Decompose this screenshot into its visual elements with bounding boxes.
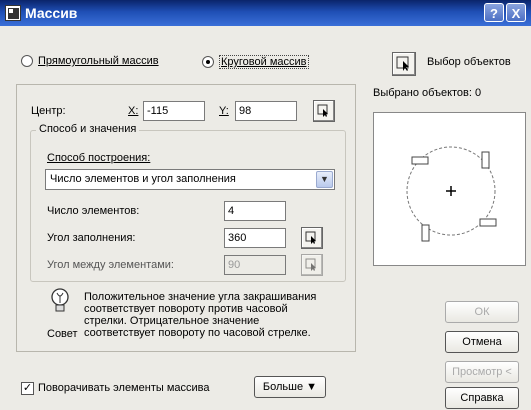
select-objects-button[interactable] bbox=[392, 52, 416, 76]
center-y-label: Y: bbox=[219, 105, 229, 117]
polar-array-radio[interactable]: Круговой массив bbox=[202, 55, 309, 69]
pick-fill-angle-button[interactable] bbox=[301, 227, 323, 249]
title-bar[interactable]: Массив ? X bbox=[0, 0, 531, 26]
between-angle-label: Угол между элементами: bbox=[47, 259, 174, 271]
array-preview-drawing bbox=[406, 146, 497, 242]
help-title-button[interactable]: ? bbox=[484, 3, 504, 22]
rect-array-radio-dot[interactable] bbox=[21, 55, 33, 67]
array-dialog: Массив ? X Прямоугольный массив Круговой… bbox=[0, 0, 531, 410]
count-input[interactable]: 4 bbox=[224, 201, 286, 221]
tip-text-line: соответствует повороту против часовой bbox=[84, 303, 288, 315]
center-x-input[interactable]: -115 bbox=[143, 101, 205, 121]
pick-angle-disabled-icon bbox=[305, 258, 316, 271]
method-label-text: Способ построения: bbox=[47, 152, 151, 164]
method-label: Способ построения: bbox=[47, 152, 150, 164]
fill-angle-input[interactable]: 360 bbox=[224, 228, 286, 248]
cancel-button[interactable]: Отмена bbox=[445, 331, 519, 353]
pick-angle-icon bbox=[305, 231, 316, 244]
tip-text: Положительное значение угла закрашивания… bbox=[84, 291, 316, 339]
lightbulb-icon bbox=[51, 288, 69, 312]
chevron-down-icon[interactable]: ▼ bbox=[316, 171, 333, 188]
selected-count-text: Выбрано объектов: 0 bbox=[373, 87, 482, 99]
between-angle-input: 90 bbox=[224, 255, 286, 275]
window-title: Массив bbox=[25, 5, 78, 21]
rect-array-label: Прямоугольный массив bbox=[38, 55, 159, 67]
polar-array-label: Круговой массив bbox=[219, 55, 309, 69]
method-select[interactable]: Число элементов и угол заполнения ▼ bbox=[45, 169, 335, 190]
pick-center-button[interactable] bbox=[313, 100, 335, 122]
select-objects-icon bbox=[396, 56, 409, 71]
array-app-icon bbox=[5, 5, 21, 21]
array-preview bbox=[373, 112, 526, 266]
close-title-button[interactable]: X bbox=[506, 3, 526, 22]
count-label: Число элементов: bbox=[47, 205, 140, 217]
help-button[interactable]: Справка bbox=[445, 387, 519, 409]
preview-button: Просмотр < bbox=[445, 361, 519, 383]
rect-array-radio[interactable]: Прямоугольный массив bbox=[21, 55, 159, 67]
tip-text-line: соответствует повороту по часовой стрелк… bbox=[84, 327, 311, 339]
polar-array-radio-dot[interactable] bbox=[202, 56, 214, 68]
center-y-input[interactable]: 98 bbox=[235, 101, 297, 121]
tip-text-line: Положительное значение угла закрашивания bbox=[84, 291, 317, 303]
method-select-value: Число элементов и угол заполнения bbox=[50, 173, 236, 185]
tip-label: Совет bbox=[47, 328, 78, 340]
ok-button: ОК bbox=[445, 301, 519, 323]
rotate-label: Поворачивать элементы массива bbox=[38, 382, 210, 394]
more-button[interactable]: Больше ▼ bbox=[254, 376, 326, 398]
rotate-checkbox[interactable]: ✓ bbox=[21, 382, 34, 395]
tip-text-line: стрелки. Отрицательное значение bbox=[84, 315, 260, 327]
fill-angle-label: Угол заполнения: bbox=[47, 232, 136, 244]
method-group-title: Способ и значения bbox=[36, 123, 140, 135]
center-label: Центр: bbox=[31, 105, 66, 117]
select-objects-label: Выбор объектов bbox=[427, 56, 511, 68]
center-x-label: X: bbox=[128, 105, 139, 117]
pick-point-icon bbox=[317, 104, 328, 117]
pick-between-angle-button bbox=[301, 254, 323, 276]
